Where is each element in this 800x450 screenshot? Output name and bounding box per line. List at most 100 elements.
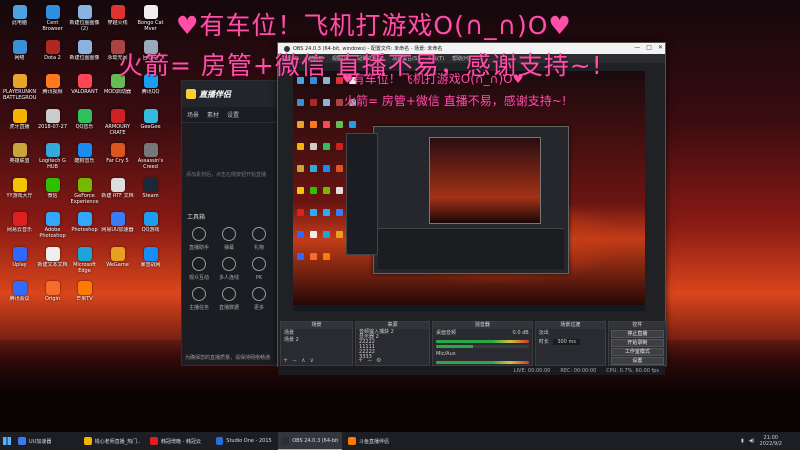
desktop-icon[interactable]: 腾讯视频 [36, 73, 69, 107]
add-icon[interactable]: + [283, 357, 288, 364]
network-icon[interactable]: ▮ [741, 438, 744, 444]
tool-icon [222, 287, 236, 301]
preview-app-icon [297, 165, 304, 172]
scene-item[interactable]: 场景 2 [284, 337, 349, 344]
tool-icon [252, 257, 266, 271]
tab-material[interactable]: 素材 [207, 110, 219, 119]
desktop-icon[interactable]: 暴雪战网 [134, 246, 167, 280]
desktop-icon[interactable]: VALORANT [68, 73, 101, 107]
move-down-icon[interactable]: ∨ [309, 357, 313, 364]
preview-app-icon [349, 121, 356, 128]
desktop-icon[interactable]: 新建位图图像 [68, 39, 101, 73]
stop-streaming-button[interactable]: 停止直播 [610, 330, 664, 338]
tool-danmaku[interactable]: 弹幕 [214, 227, 244, 251]
desktop-icon[interactable]: 腾讯会议 [3, 280, 36, 314]
app-icon [110, 177, 125, 192]
rec-timer: REC: 00:00:00 [560, 367, 597, 374]
desktop-icon[interactable]: PLAYERUNKNOWN'S BATTLEGROUNDS [3, 73, 36, 107]
desktop-icon[interactable]: 2018-07-27 [36, 108, 69, 142]
taskbar-app[interactable]: 韩冠增晚 - 韩冠云 [146, 432, 210, 450]
transition-type-select[interactable]: 淡出 [536, 329, 605, 338]
tool-icon [252, 287, 266, 301]
desktop-icon[interactable]: 网易UU加速器 [101, 211, 134, 245]
close-icon[interactable]: ✕ [658, 44, 663, 51]
desktop-icon[interactable]: Dota 2 [36, 39, 69, 73]
desktop-icon[interactable]: 新建位图图像 (2) [68, 4, 101, 38]
taskbar-app[interactable]: 斗鱼直播伴侣 [344, 432, 408, 450]
desktop-icon[interactable]: Photoshop [68, 211, 101, 245]
desktop-icon[interactable]: 酷狗音乐 [68, 142, 101, 176]
desktop-icon-label: 网易云音乐 [6, 227, 32, 233]
desktop-icon[interactable]: 虎牙直播 [3, 108, 36, 142]
remove-icon[interactable]: − [292, 357, 297, 364]
clock[interactable]: 21:00 2022/9/2 [760, 435, 782, 447]
scene-item[interactable]: 场景 [284, 330, 349, 337]
move-up-icon[interactable]: ∧ [301, 357, 305, 364]
start-button[interactable] [0, 432, 14, 450]
tool-live-assistant[interactable]: 直播助手 [184, 227, 214, 251]
start-recording-button[interactable]: 开始录制 [610, 339, 664, 347]
tool-data[interactable]: 直播数据 [214, 287, 244, 311]
desktop-icon[interactable]: Bongo Cat Mver [134, 4, 167, 38]
app-icon [12, 39, 27, 54]
desktop-icon-label: Adobe Photoshop [39, 227, 66, 239]
volume-icon[interactable]: ◀) [749, 438, 755, 444]
desktop-icon[interactable]: ARMOURY CRATE [101, 108, 134, 142]
desktop-icon-label: 新建 RTF 文档 [101, 192, 134, 199]
desktop-icon[interactable]: YY游戏大厅 [3, 177, 36, 211]
desktop-icon[interactable]: 穿越火线 [101, 4, 134, 38]
gear-icon[interactable]: ⚙ [376, 357, 381, 364]
duration-input[interactable]: 300 ms [553, 339, 580, 345]
add-icon[interactable]: + [358, 357, 363, 364]
windows-icon [3, 437, 11, 445]
tool-label: 主播任务 [188, 305, 209, 311]
taskbar-app[interactable]: Studio One - 2015... [212, 432, 276, 450]
studio-mode-button[interactable]: 工作室模式 [610, 348, 664, 356]
desktop-icon[interactable]: GeeGee [134, 108, 167, 142]
desktop-icon-label: 新建位图图像 (2) [69, 20, 100, 32]
desktop-icon[interactable]: GeForce Experience [68, 177, 101, 211]
desktop-icon[interactable]: Far Cry 5 [101, 142, 134, 176]
desktop-icon[interactable]: QQ音乐 [68, 108, 101, 142]
desktop-icon[interactable]: Uplay [3, 246, 36, 280]
app-icon [77, 108, 92, 123]
desktop-icon[interactable]: Origin [36, 280, 69, 314]
desktop-icon[interactable]: 微信 [36, 177, 69, 211]
desktop-icon[interactable]: Cent Browser [36, 4, 69, 38]
duration-label: 时长 [538, 339, 549, 345]
desktop-icon[interactable]: Microsoft Edge [68, 246, 101, 280]
taskbar-app[interactable]: UU加速器 [14, 432, 78, 450]
desktop-icon[interactable]: WeGame [101, 246, 134, 280]
tab-scene[interactable]: 场景 [187, 110, 199, 119]
desktop-icon[interactable]: 网络 [3, 39, 36, 73]
desktop-icon[interactable]: Logitech G HUB [36, 142, 69, 176]
system-tray: ▮ ◀) 21:00 2022/9/2 [741, 435, 800, 447]
tab-settings[interactable]: 设置 [227, 110, 239, 119]
desktop-icon[interactable]: 新建文本文档 [36, 246, 69, 280]
tool-gift[interactable]: 礼物 [244, 227, 274, 251]
settings-button[interactable]: 设置 [610, 357, 664, 365]
app-icon [77, 5, 92, 19]
tool-more[interactable]: 更多 [244, 287, 274, 311]
desktop-icon[interactable]: Assassin's Creed [134, 142, 167, 176]
taskbar-app[interactable]: 钱心老师直播_热门... [80, 432, 144, 450]
desktop-icon[interactable]: 英雄联盟 [3, 142, 36, 176]
desktop-icon[interactable]: 芒果TV [68, 280, 101, 314]
taskbar-app[interactable]: OBS 24.0.3 (64-bit... [278, 432, 342, 450]
preview-app-icon [323, 253, 330, 260]
desktop-icon[interactable]: 新建 RTF 文档 [101, 177, 134, 211]
tool-pk[interactable]: PK [244, 257, 274, 281]
desktop-icon[interactable]: Steam [134, 177, 167, 211]
tool-tasks[interactable]: 主播任务 [184, 287, 214, 311]
sources-dock: 来源 音频输入捕获 2 显示器 2 22222 11111 22222 3333… [355, 321, 431, 366]
tool-multi-link[interactable]: 多人连线 [214, 257, 244, 281]
minimize-icon[interactable]: — [634, 44, 640, 51]
desktop-icon[interactable]: 网易云音乐 [3, 211, 36, 245]
maximize-icon[interactable]: □ [646, 44, 652, 51]
desktop-icon[interactable]: Adobe Photoshop [36, 211, 69, 245]
remove-icon[interactable]: − [367, 357, 372, 364]
desktop-icon[interactable]: QQ游戏 [134, 211, 167, 245]
desktop-icon[interactable]: 此电脑 [3, 4, 36, 38]
tool-audience[interactable]: 观众互动 [184, 257, 214, 281]
volume-slider[interactable] [436, 345, 529, 348]
